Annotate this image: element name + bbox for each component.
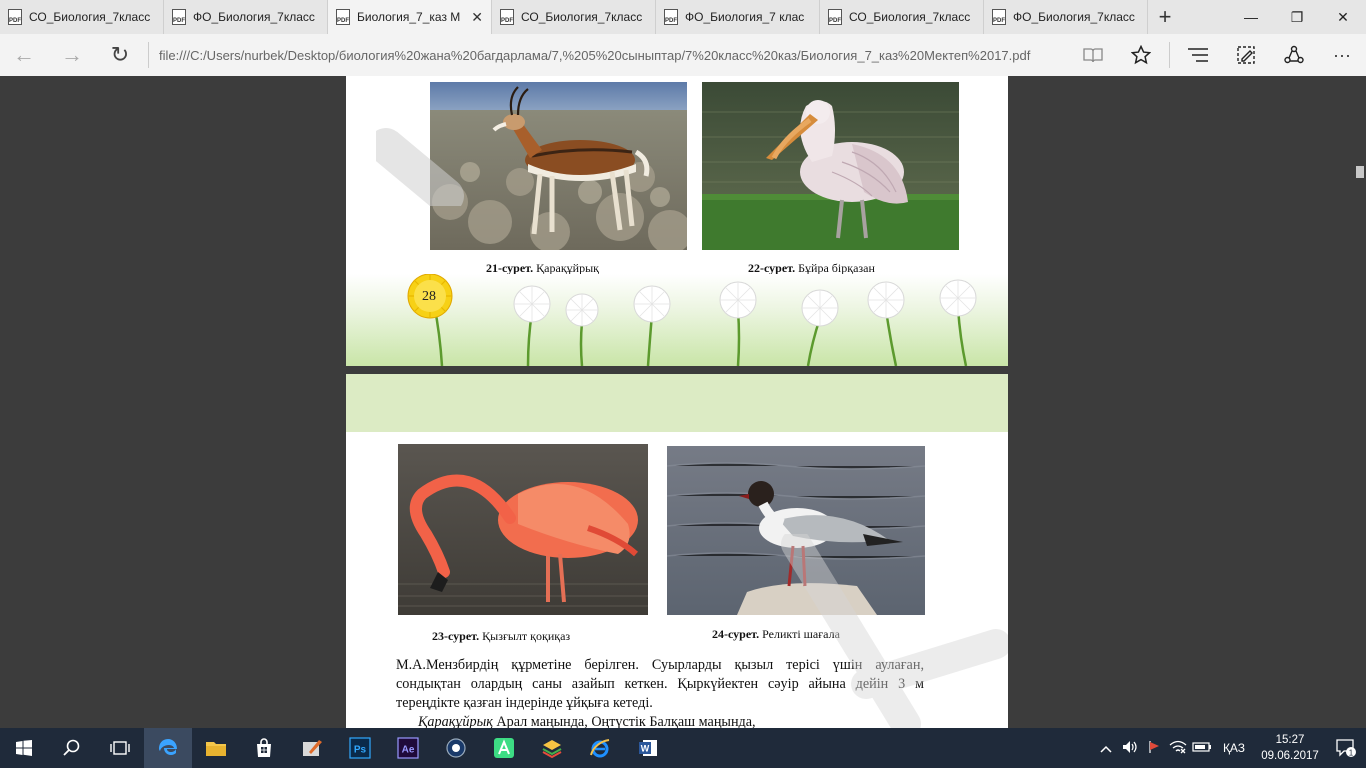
- pdf-file-icon: PDF: [828, 9, 842, 25]
- hub-icon[interactable]: [1174, 34, 1222, 76]
- divider: [1169, 42, 1170, 68]
- pdf-file-icon: PDF: [336, 9, 350, 25]
- tab-6[interactable]: PDF ФО_Биология_7класс: [984, 0, 1148, 34]
- pdf-file-icon: PDF: [992, 9, 1006, 25]
- pdf-file-icon: PDF: [8, 9, 22, 25]
- body-text: М.А.Мензбирдің құрметіне берілген. Суырл…: [396, 656, 924, 728]
- springbok-photo: [430, 82, 687, 250]
- web-notes-icon[interactable]: [1222, 34, 1270, 76]
- taskbar: Ps Ae W ҚАЗ 15:27 09.06.2017 1: [0, 728, 1366, 768]
- tab-bar: PDF СО_Биология_7класс PDF ФО_Биология_7кл…: [0, 0, 1366, 34]
- clock-date: 09.06.2017: [1261, 750, 1319, 762]
- paragraph: Қарақұйрық Арал маңында, Оңтүстік Балқаш…: [396, 713, 924, 728]
- clock[interactable]: 15:27 09.06.2017: [1254, 732, 1326, 764]
- caption-text: Қарақұйрық: [536, 261, 599, 275]
- after-effects-label: Ae: [402, 745, 415, 756]
- back-button[interactable]: ←: [0, 34, 48, 76]
- chevron-up-icon[interactable]: [1094, 741, 1118, 756]
- internet-explorer-icon[interactable]: [576, 728, 624, 768]
- flamingo-photo: [398, 444, 648, 615]
- maximize-button[interactable]: ❐: [1274, 0, 1320, 34]
- store-icon[interactable]: [240, 728, 288, 768]
- tab-title: СО_Биология_7класс: [29, 10, 151, 24]
- pdf-file-icon: PDF: [500, 9, 514, 25]
- figure-caption-23: 23-сурет. Қызғылт қоқиқаз: [432, 629, 570, 644]
- word-icon[interactable]: W: [624, 728, 672, 768]
- cinema-4d-icon[interactable]: [432, 728, 480, 768]
- pdf-viewer[interactable]: 21-сурет. Қарақұйрық 22-сурет. Бұйра бір…: [0, 76, 1366, 728]
- pdf-page-28: 21-сурет. Қарақұйрық 22-сурет. Бұйра бір…: [346, 76, 1008, 366]
- tab-5[interactable]: PDF СО_Биология_7класс: [820, 0, 984, 34]
- dalmatian-pelican-photo: [702, 82, 959, 250]
- tab-title: ФО_Биология_7класс: [193, 10, 315, 24]
- caption-text: Реликті шағала: [762, 627, 840, 641]
- bluestacks-icon[interactable]: [528, 728, 576, 768]
- divider: [148, 42, 149, 68]
- notification-count: 1: [1349, 748, 1354, 757]
- address-bar-row: ← → ↻ file:///C:/Users/nurbek/Desktop/би…: [0, 34, 1366, 76]
- caption-text: Қызғылт қоқиқаз: [482, 629, 571, 643]
- caption-text: Бұйра бірқазан: [798, 261, 875, 275]
- caption-number: 24-сурет.: [712, 627, 760, 641]
- tab-1[interactable]: PDF ФО_Биология_7класс: [164, 0, 328, 34]
- tab-title: СО_Биология_7класс: [521, 10, 643, 24]
- pdf-file-icon: PDF: [664, 9, 678, 25]
- tab-title: Биология_7_каз М: [357, 10, 461, 24]
- page-header-band: [346, 374, 1008, 432]
- paragraph-text: Арал маңында, Оңтүстік Балқаш маңында,: [492, 714, 756, 728]
- battery-icon[interactable]: [1190, 741, 1214, 756]
- vertical-scrollbar[interactable]: [1354, 76, 1366, 728]
- start-windows-icon[interactable]: [0, 728, 48, 768]
- relict-gull-photo: [667, 446, 925, 615]
- tab-4[interactable]: PDF ФО_Биология_7 клас: [656, 0, 820, 34]
- close-window-button[interactable]: ✕: [1320, 0, 1366, 34]
- speaker-icon[interactable]: [1118, 740, 1142, 757]
- tab-title: ФО_Биология_7 клас: [685, 10, 805, 24]
- file-explorer-icon[interactable]: [192, 728, 240, 768]
- word-label: W: [641, 744, 650, 754]
- more-menu-icon[interactable]: ···: [1318, 34, 1366, 76]
- caption-number: 23-сурет.: [432, 629, 480, 643]
- after-effects-icon[interactable]: Ae: [384, 728, 432, 768]
- page-number: 28: [422, 289, 436, 304]
- tab-title: ФО_Биология_7класс: [1013, 10, 1135, 24]
- paint-app-icon[interactable]: [288, 728, 336, 768]
- action-center-icon[interactable]: 1: [1326, 728, 1366, 768]
- wifi-disconnected-icon[interactable]: [1166, 740, 1190, 757]
- forward-button[interactable]: →: [48, 34, 96, 76]
- caption-number: 22-сурет.: [748, 261, 796, 275]
- tab-0[interactable]: PDF СО_Биология_7класс: [0, 0, 164, 34]
- reading-view-icon[interactable]: [1069, 34, 1117, 76]
- android-studio-icon[interactable]: [480, 728, 528, 768]
- scrollbar-thumb[interactable]: [1356, 166, 1364, 178]
- language-indicator[interactable]: ҚАЗ: [1214, 741, 1254, 755]
- photoshop-label: Ps: [354, 745, 367, 756]
- tab-title: СО_Биология_7класс: [849, 10, 971, 24]
- toolbar-right: ···: [1069, 34, 1366, 76]
- minimize-button[interactable]: —: [1228, 0, 1274, 34]
- window-controls: — ❐ ✕: [1228, 0, 1366, 34]
- photoshop-icon[interactable]: Ps: [336, 728, 384, 768]
- address-field[interactable]: file:///C:/Users/nurbek/Desktop/биология…: [159, 48, 1069, 63]
- clock-time: 15:27: [1275, 734, 1305, 746]
- species-name: Қарақұйрық: [418, 714, 493, 728]
- pdf-page-29: 23-сурет. Қызғылт қоқиқаз 24-сурет. Рели…: [346, 374, 1008, 728]
- tab-2[interactable]: PDF Биология_7_каз М ✕: [328, 0, 492, 34]
- pdf-file-icon: PDF: [172, 9, 186, 25]
- new-tab-button[interactable]: +: [1148, 0, 1182, 34]
- edge-browser-icon[interactable]: [144, 728, 192, 768]
- favorite-star-icon[interactable]: [1117, 34, 1165, 76]
- system-tray: ҚАЗ 15:27 09.06.2017 1: [1094, 728, 1366, 768]
- figure-caption-24: 24-сурет. Реликті шағала: [712, 627, 840, 642]
- tab-3[interactable]: PDF СО_Биология_7класс: [492, 0, 656, 34]
- caption-number: 21-сурет.: [486, 261, 534, 275]
- paragraph: М.А.Мензбирдің құрметіне берілген. Суырл…: [396, 657, 924, 711]
- share-icon[interactable]: [1270, 34, 1318, 76]
- refresh-button[interactable]: ↻: [96, 34, 144, 76]
- red-flag-icon[interactable]: [1142, 740, 1166, 757]
- task-view-icon[interactable]: [96, 728, 144, 768]
- search-icon[interactable]: [48, 728, 96, 768]
- close-tab-icon[interactable]: ✕: [471, 9, 483, 26]
